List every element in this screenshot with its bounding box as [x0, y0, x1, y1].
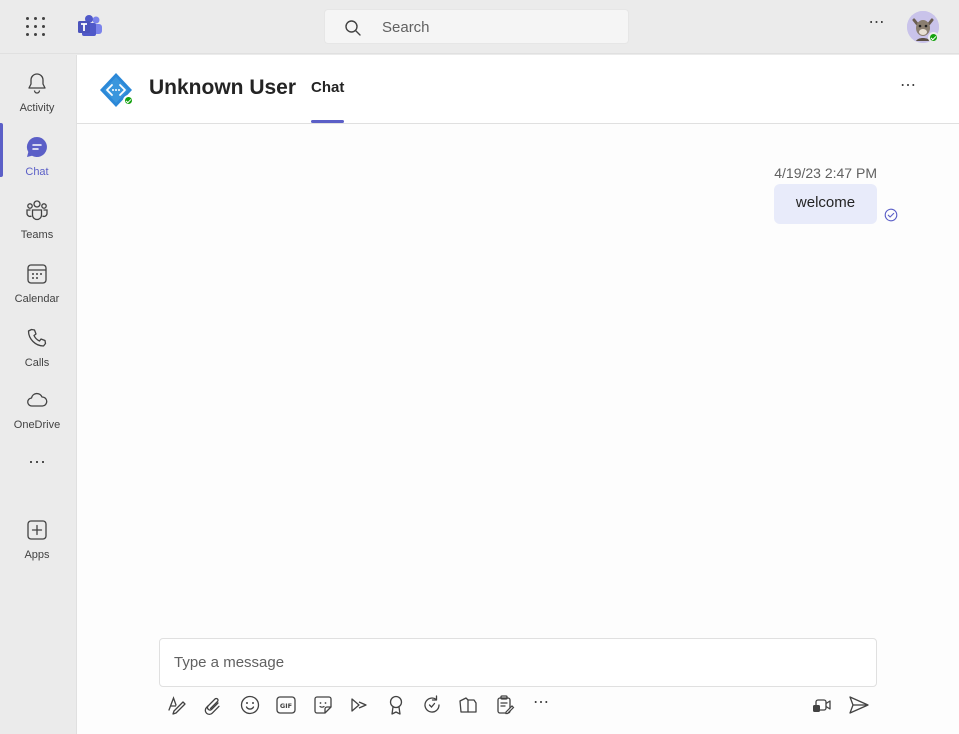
rail-item-label: Apps: [24, 549, 50, 561]
message-bubble[interactable]: welcome: [774, 184, 877, 224]
clipboard-icon: [497, 695, 515, 715]
rail-item-onedrive[interactable]: OneDrive: [0, 378, 74, 438]
phone-icon: [27, 328, 47, 347]
approvals-button[interactable]: [493, 693, 517, 717]
presence-available-icon: [928, 32, 939, 43]
bell-icon: [28, 73, 46, 94]
rail-item-activity[interactable]: Activity: [0, 61, 74, 121]
praise-badge-icon: [389, 695, 403, 715]
emoji-icon: [240, 695, 260, 715]
more-actions-icon[interactable]: ⋯: [529, 693, 553, 717]
attach-button[interactable]: [201, 693, 225, 717]
settings-more-icon[interactable]: ⋯: [866, 15, 888, 36]
loop-button[interactable]: [420, 693, 444, 717]
loop-icon: [424, 695, 440, 713]
search-placeholder: Search: [382, 19, 430, 36]
rail-item-label: Teams: [20, 229, 54, 241]
teams-icon: [26, 200, 48, 221]
format-button[interactable]: [165, 693, 189, 717]
tab-chat[interactable]: Chat: [311, 79, 344, 123]
rail-item-label: Chat: [25, 166, 49, 178]
more-apps-icon[interactable]: ⋯: [24, 453, 50, 477]
teams-logo-icon: [78, 15, 102, 36]
calendar-icon: [27, 264, 47, 284]
chat-title: Unknown User: [149, 76, 297, 99]
video-clip-icon: [813, 699, 831, 712]
format-icon: [168, 696, 186, 715]
chat-icon: [26, 136, 47, 157]
rail-item-apps[interactable]: Apps: [0, 508, 74, 568]
rail-item-calls[interactable]: Calls: [0, 316, 74, 376]
rail-item-label: Activity: [19, 102, 55, 114]
rail-item-chat[interactable]: Chat: [0, 125, 74, 185]
compose-toolbar: GIF ⋯: [77, 693, 959, 719]
share-files-button[interactable]: [456, 693, 480, 717]
app-launcher-icon[interactable]: [24, 15, 48, 39]
rail-item-label: Calendar: [14, 293, 60, 305]
chat-pane: Unknown User Chat ⋯ 4/19/23 2:47 PM welc…: [76, 55, 959, 734]
chat-header: Unknown User Chat ⋯: [77, 55, 959, 124]
sticker-button[interactable]: [311, 693, 335, 717]
compose-placeholder: Type a message: [174, 654, 285, 671]
title-bar: Search ⋯: [0, 0, 959, 54]
rail-item-label: OneDrive: [13, 419, 61, 431]
svg-text:GIF: GIF: [280, 702, 292, 710]
emoji-button[interactable]: [238, 693, 262, 717]
praise-button[interactable]: [384, 693, 408, 717]
sent-check-icon: [884, 208, 898, 222]
cloud-icon: [27, 392, 48, 407]
rail-item-teams[interactable]: Teams: [0, 188, 74, 248]
apps-add-icon: [27, 520, 47, 540]
profile-avatar[interactable]: [907, 11, 939, 43]
send-button[interactable]: [847, 693, 871, 717]
gif-icon: GIF: [276, 696, 296, 714]
schedule-meeting-button[interactable]: [347, 693, 371, 717]
tab-active-underline: [311, 120, 344, 123]
rail-item-label: Calls: [24, 357, 50, 369]
rail-item-calendar[interactable]: Calendar: [0, 252, 74, 312]
send-icon: [849, 696, 869, 714]
gif-button[interactable]: GIF: [274, 693, 298, 717]
paperclip-icon: [204, 697, 220, 716]
message-timestamp: 4/19/23 2:47 PM: [774, 165, 877, 181]
video-clip-button[interactable]: [810, 693, 834, 717]
search-input[interactable]: Search: [324, 9, 629, 44]
compose-box[interactable]: Type a message: [159, 638, 877, 687]
chat-more-options-icon[interactable]: ⋯: [897, 78, 919, 99]
search-icon: [345, 20, 361, 36]
app-bar: Activity Chat Teams Calendar Calls OneDr…: [0, 55, 74, 734]
sticker-icon: [314, 696, 332, 714]
presence-available-icon: [123, 95, 134, 106]
meet-now-icon: [351, 698, 367, 712]
files-icon: [459, 697, 477, 713]
